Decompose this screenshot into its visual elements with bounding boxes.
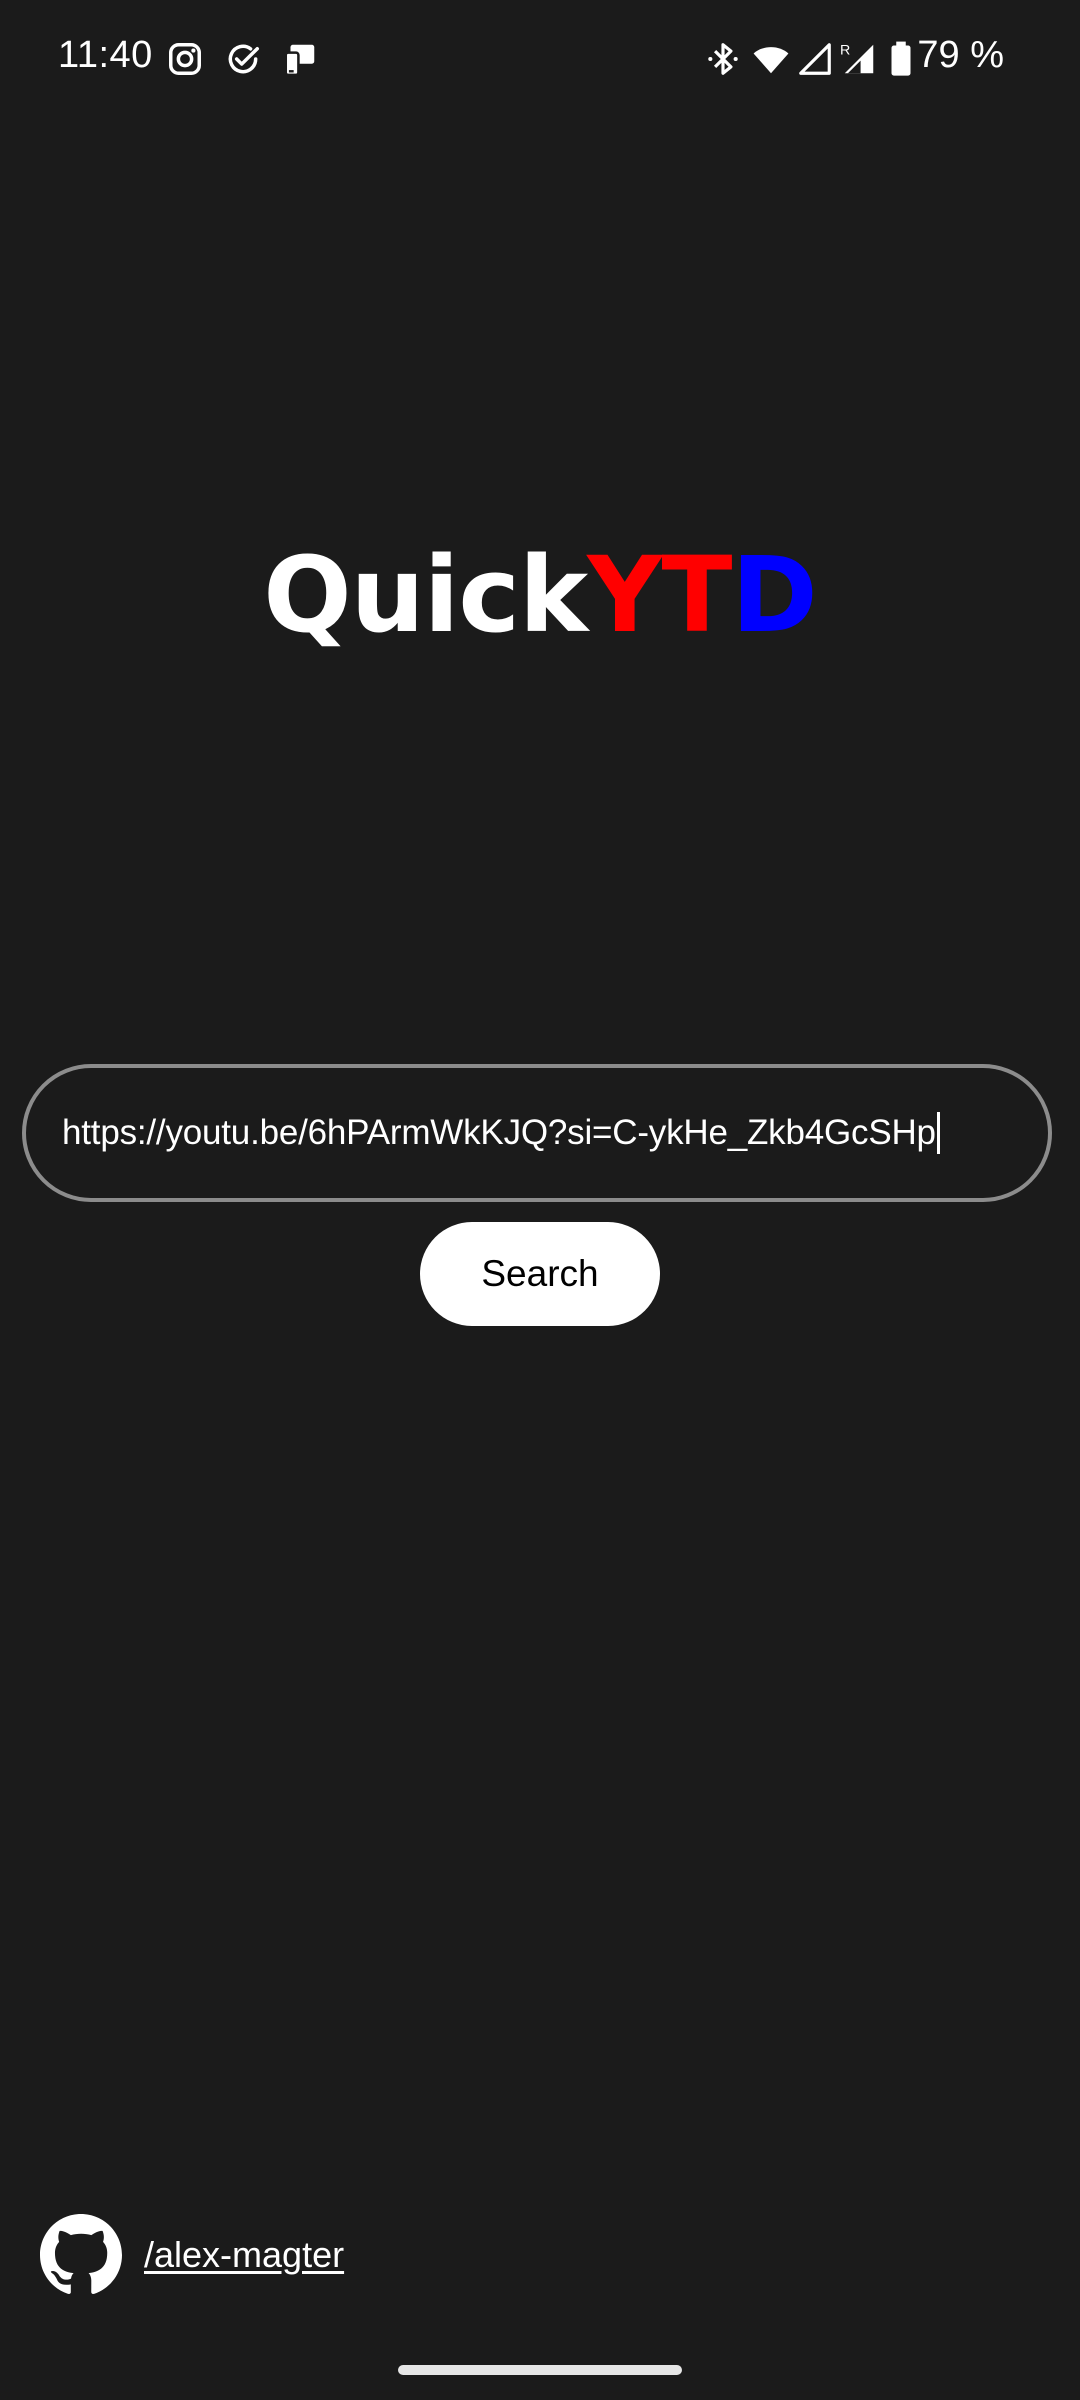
status-bar: 11:40 R 79 % — [0, 0, 1080, 118]
instagram-icon — [166, 40, 204, 78]
cell-signal-icon — [796, 40, 834, 78]
url-input-field[interactable]: https://youtu.be/6hPArmWkKJQ?si=C-ykHe_Z… — [22, 1064, 1052, 1202]
cell-signal-roaming-icon: R — [840, 40, 878, 78]
app-logo: QuickYTD — [0, 530, 1080, 660]
check-circle-icon — [224, 40, 262, 78]
wifi-icon — [752, 40, 790, 78]
logo-quick: Quick — [263, 534, 588, 656]
github-profile-link[interactable]: /alex-magter — [144, 2234, 344, 2276]
battery-percentage: 79 % — [917, 34, 1004, 76]
logo-yt: YT — [587, 534, 732, 656]
logo-d: D — [731, 534, 817, 656]
screen-cast-icon — [281, 40, 319, 78]
footer-github: /alex-magter — [40, 2214, 344, 2296]
roaming-label: R — [840, 42, 850, 58]
battery-icon — [886, 40, 916, 78]
search-button[interactable]: Search — [420, 1222, 660, 1326]
app-screen: 11:40 R 79 % QuickYTD https://youtu.be/6… — [0, 0, 1080, 2400]
home-gesture-bar[interactable] — [398, 2365, 682, 2375]
text-cursor — [936, 1112, 940, 1154]
url-input-value[interactable]: https://youtu.be/6hPArmWkKJQ?si=C-ykHe_Z… — [62, 1113, 936, 1153]
bluetooth-icon — [704, 40, 742, 78]
status-time: 11:40 — [58, 34, 153, 76]
github-icon[interactable] — [40, 2214, 122, 2296]
